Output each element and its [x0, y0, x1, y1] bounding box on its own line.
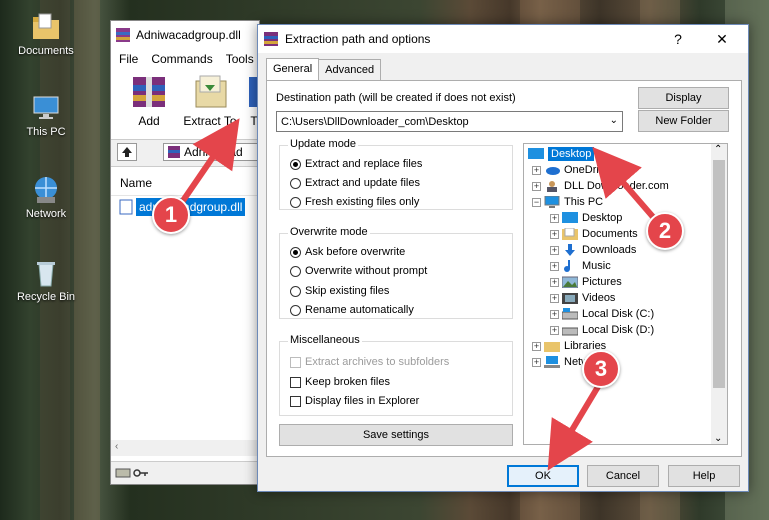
step-badge-1: 1	[152, 196, 190, 234]
annotation-arrows	[177, 118, 663, 471]
arrow-step-3	[547, 378, 605, 471]
arrow-step-1	[177, 118, 240, 207]
step-badge-3: 3	[582, 350, 620, 388]
step-badge-2: 2	[646, 212, 684, 250]
